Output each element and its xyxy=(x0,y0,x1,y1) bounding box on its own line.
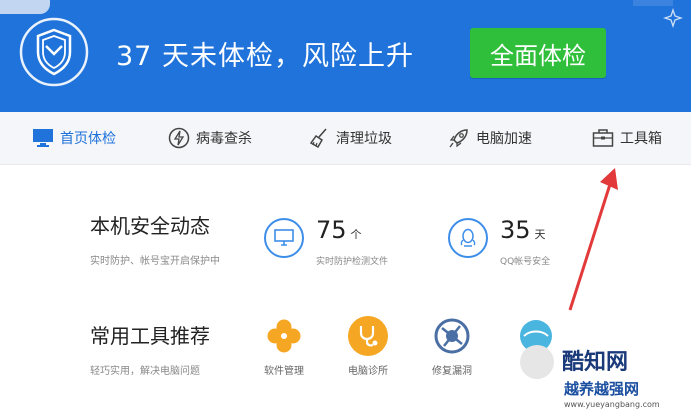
nav-item-label: 清理垃圾 xyxy=(336,131,392,147)
qq-safe-label: QQ帐号安全 xyxy=(500,257,551,267)
software-manager-button[interactable] xyxy=(264,316,304,356)
qq-safe-days-count: 35 天 xyxy=(500,216,546,244)
main-nav: 首页体检 病毒查杀 清理垃圾 电脑加速 工具箱 xyxy=(0,112,691,165)
window-controls[interactable] xyxy=(633,0,673,6)
watermark-logo-icon xyxy=(520,345,554,379)
broom-icon xyxy=(309,128,327,149)
scanned-files-label: 实时防护检测文件 xyxy=(316,257,389,267)
stat-unit: 个 xyxy=(350,228,362,241)
nav-item-home-checkup[interactable]: 首页体检 xyxy=(32,112,116,164)
tool-label: 修复漏洞 xyxy=(432,366,472,377)
scanned-files-count: 75 个 xyxy=(316,216,362,244)
monitor-icon xyxy=(274,229,294,246)
nav-item-speed-up[interactable]: 电脑加速 xyxy=(448,112,532,164)
security-section-title: 本机安全动态 xyxy=(90,214,210,238)
stat-value: 35 xyxy=(500,216,531,244)
qq-penguin-icon xyxy=(460,228,476,247)
full-checkup-button[interactable]: 全面体检 xyxy=(470,28,606,78)
nav-item-virus-scan[interactable]: 病毒查杀 xyxy=(168,112,252,164)
qq-account-icon[interactable] xyxy=(448,218,488,258)
sparkle-icon[interactable] xyxy=(663,8,683,28)
nav-item-label: 工具箱 xyxy=(620,131,662,147)
shield-logo-icon xyxy=(19,17,89,87)
window-tab[interactable] xyxy=(0,0,50,14)
nav-item-label: 首页体检 xyxy=(60,131,116,147)
tool-label: 电脑诊所 xyxy=(348,366,388,377)
globe-icon xyxy=(434,318,470,354)
nav-item-label: 病毒查杀 xyxy=(196,131,252,147)
tools-section-title: 常用工具推荐 xyxy=(90,324,210,348)
tools-section-subtitle: 轻巧实用，解决电脑问题 xyxy=(90,366,200,377)
lightning-circle-icon xyxy=(168,127,190,149)
watermark-brand: 酷知网 xyxy=(562,350,629,375)
clover-icon xyxy=(267,319,301,353)
watermark-url: www.yueyangbang.com xyxy=(564,400,660,409)
header-banner: 37 天未体检，风险上升 全面体检 xyxy=(0,0,691,112)
fix-vulnerability-button[interactable] xyxy=(432,316,472,356)
annotation-arrow-icon xyxy=(568,168,618,311)
tool-label: 软件管理 xyxy=(264,366,304,377)
watermark-brand-2: 越养越强网 xyxy=(564,380,640,398)
pc-clinic-button[interactable] xyxy=(348,316,388,356)
security-section-subtitle: 实时防护、帐号宝开启保护中 xyxy=(90,256,220,267)
monitor-icon xyxy=(33,129,53,147)
stat-unit: 天 xyxy=(534,228,546,241)
nav-item-clean-junk[interactable]: 清理垃圾 xyxy=(308,112,392,164)
checkup-status-headline: 37 天未体检，风险上升 xyxy=(116,41,414,72)
nav-item-toolbox[interactable]: 工具箱 xyxy=(592,112,662,164)
toolbox-icon xyxy=(592,129,614,147)
realtime-protection-icon[interactable] xyxy=(264,218,304,258)
stat-value: 75 xyxy=(316,216,347,244)
rocket-icon xyxy=(449,129,468,148)
nav-item-label: 电脑加速 xyxy=(476,131,532,147)
stethoscope-icon xyxy=(359,326,378,347)
